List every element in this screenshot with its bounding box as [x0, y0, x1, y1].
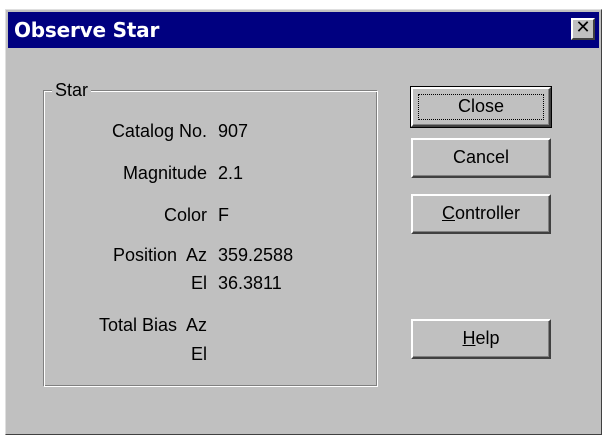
help-button-label: elp [475, 328, 500, 348]
window-title: Observe Star [14, 18, 160, 42]
magnitude-label: Magnitude [122, 163, 207, 183]
controller-button[interactable]: Controller [411, 194, 551, 234]
total-bias-az-label: Total Bias Az [98, 315, 207, 335]
close-window-icon[interactable]: ✕ [571, 18, 595, 40]
catalog-value: 907 [218, 121, 249, 141]
color-label: Color [163, 205, 207, 225]
star-groupbox: Star [43, 79, 378, 387]
controller-mnemonic: C [441, 203, 455, 223]
catalog-label: Catalog No. [111, 121, 207, 141]
observe-star-dialog: Observe Star ✕ Star Catalog No. 907 Magn… [5, 9, 602, 435]
position-az-value: 359.2588 [218, 245, 294, 265]
close-button[interactable]: Close [410, 86, 552, 128]
focus-rectangle [418, 94, 544, 120]
star-group-legend: Star [52, 79, 92, 101]
cancel-button-label: Cancel [452, 147, 510, 167]
controller-button-label: ontroller [454, 203, 521, 223]
position-el-value: 36.3811 [218, 273, 282, 293]
help-button[interactable]: Help [411, 319, 551, 359]
cancel-button[interactable]: Cancel [411, 138, 551, 178]
position-el-label: El [190, 273, 207, 293]
title-bar[interactable]: Observe Star ✕ [8, 12, 599, 48]
magnitude-value: 2.1 [218, 163, 244, 183]
total-bias-el-label: El [190, 344, 207, 364]
color-value: F [218, 205, 229, 225]
help-mnemonic: H [462, 328, 476, 348]
position-az-label: Position Az [112, 245, 207, 265]
